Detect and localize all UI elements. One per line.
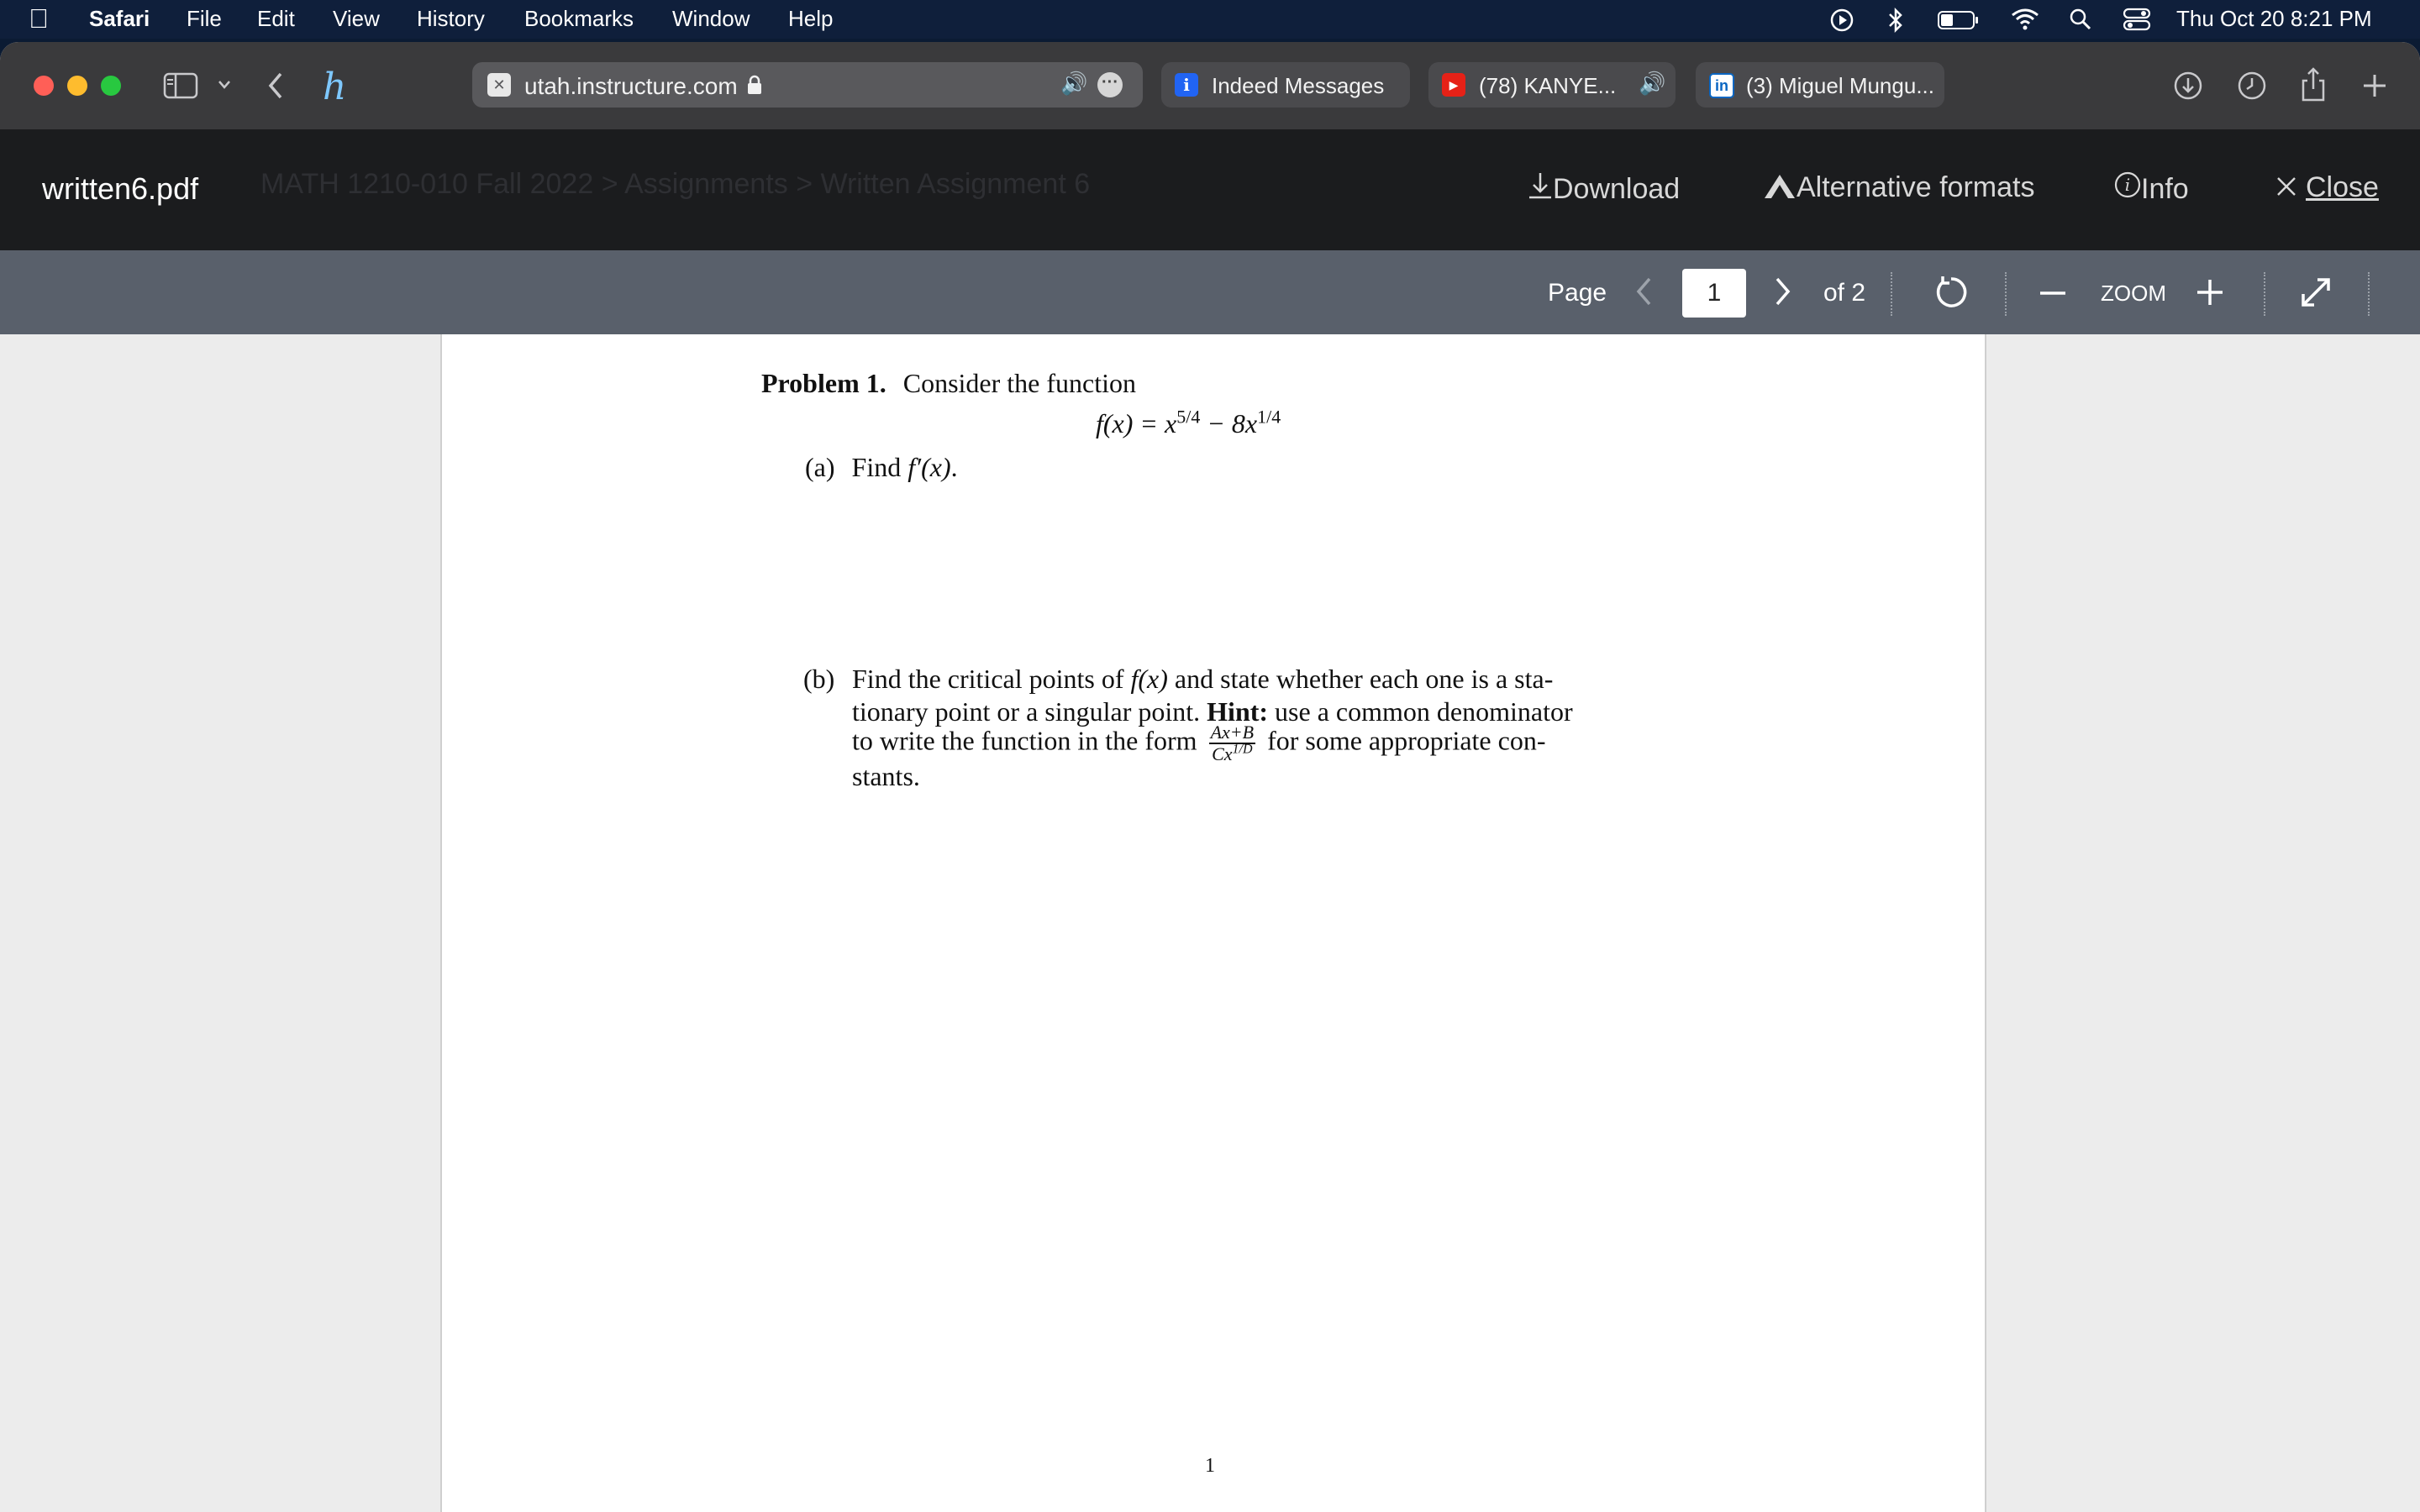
zoom-window-button[interactable] — [101, 76, 121, 96]
function-equation: f(x) = x5/4 − 8x1/4 — [1096, 406, 1281, 438]
toolbar-divider — [2005, 272, 2007, 316]
file-name: written6.pdf — [42, 171, 199, 206]
background-breadcrumb: MATH 1210-010 Fall 2022 > Assignments > … — [260, 168, 1091, 200]
safari-window: h ✕ utah.instructure.com 🔊 ··· i Indeed … — [0, 42, 2420, 1512]
tab-youtube-kanye[interactable]: ▶ (78) KANYE... 🔊 — [1428, 62, 1676, 108]
sidebar-toggle-icon[interactable] — [163, 72, 198, 99]
share-icon[interactable] — [2301, 66, 2326, 102]
info-button[interactable]: i Info — [2114, 171, 2189, 206]
info-label: Info — [2141, 173, 2189, 205]
toolbar-divider — [2368, 272, 2370, 316]
zoom-out-icon[interactable] — [2040, 291, 2065, 296]
menu-bar-clock[interactable]: Thu Oct 20 8:21 PM — [2176, 6, 2372, 32]
spotlight-search-icon[interactable] — [2069, 8, 2092, 31]
zoom-in-icon[interactable] — [2196, 279, 2223, 306]
next-page-icon[interactable] — [1773, 276, 1793, 307]
address-bar-url[interactable]: utah.instructure.com — [524, 73, 738, 100]
apple-menu-icon[interactable]:  — [29, 3, 49, 34]
wifi-icon[interactable] — [2010, 7, 2040, 30]
indeed-favicon-icon: i — [1175, 73, 1198, 97]
back-arrow-icon[interactable] — [266, 71, 286, 101]
zoom-label: ZOOM — [2101, 281, 2166, 306]
tab-title: Indeed Messages — [1212, 73, 1385, 98]
lock-icon — [748, 75, 761, 94]
downloads-icon[interactable] — [2173, 71, 2203, 101]
file-preview-header: MATH 1210-010 Fall 2022 > Assignments > … — [0, 129, 2420, 250]
fullscreen-icon[interactable] — [2299, 276, 2333, 309]
pdf-viewer-toolbar: Page of 2 ZOOM — [0, 250, 2420, 334]
fraction-expression: Ax+B Cx1/D — [1208, 722, 1256, 764]
control-center-icon[interactable] — [2123, 7, 2151, 32]
part-a: (a) Find f′(x). — [805, 452, 958, 482]
part-b-line-1: Find the critical points of f(x) and sta… — [852, 664, 1554, 694]
problem-statement: Problem 1. Consider the function — [761, 368, 1136, 399]
linkedin-favicon-icon: in — [1709, 73, 1734, 98]
tab-indeed-messages[interactable]: i Indeed Messages — [1161, 62, 1410, 108]
menu-edit[interactable]: Edit — [257, 6, 295, 32]
svg-text:i: i — [2125, 175, 2130, 195]
close-window-button[interactable] — [34, 76, 54, 96]
hypothesis-extension-icon[interactable]: h — [323, 66, 346, 108]
tab-title: (78) KANYE... — [1479, 73, 1617, 98]
history-clock-icon[interactable] — [2237, 71, 2267, 101]
download-icon — [1529, 173, 1551, 199]
page-number-input[interactable] — [1682, 269, 1746, 318]
menu-app-safari[interactable]: Safari — [89, 6, 150, 32]
minimize-window-button[interactable] — [67, 76, 87, 96]
part-a-label: (a) — [805, 452, 835, 482]
close-icon — [2277, 177, 2296, 196]
menu-help[interactable]: Help — [788, 6, 833, 32]
now-playing-icon[interactable] — [1830, 8, 1854, 32]
alternative-formats-button[interactable]: Alternative formats — [1763, 171, 2034, 204]
pdf-page: Problem 1. Consider the function f(x) = … — [440, 334, 1986, 1512]
download-label: Download — [1553, 173, 1681, 205]
chevron-down-icon[interactable] — [217, 79, 232, 91]
tab-linkedin[interactable]: in (3) Miguel Mungu... — [1696, 62, 1944, 108]
bluetooth-icon[interactable] — [1887, 7, 1904, 34]
close-label: Close — [2306, 171, 2379, 203]
toolbar-divider — [2264, 272, 2265, 316]
info-icon: i — [2114, 171, 2141, 198]
part-b-line-4: stants. — [852, 761, 920, 791]
tab-title: (3) Miguel Mungu... — [1746, 73, 1934, 98]
page-number: 1 — [1205, 1455, 1215, 1477]
close-preview-button[interactable]: Close — [2275, 171, 2379, 204]
tab-close-icon[interactable]: ✕ — [487, 73, 511, 97]
previous-page-icon[interactable] — [1634, 276, 1654, 307]
more-options-icon[interactable]: ··· — [1097, 72, 1123, 97]
new-tab-plus-icon[interactable] — [2361, 72, 2388, 99]
menu-history[interactable]: History — [417, 6, 485, 32]
alternative-formats-icon — [1765, 175, 1795, 198]
tab-audio-icon[interactable]: 🔊 — [1639, 71, 1665, 97]
tab-utah-instructure[interactable]: ✕ utah.instructure.com 🔊 ··· — [472, 62, 1143, 108]
part-b-line-3: to write the function in the form Ax+B C… — [852, 722, 1546, 764]
tab-audio-icon[interactable]: 🔊 — [1060, 71, 1087, 97]
download-button[interactable]: Download — [1528, 171, 1680, 206]
alternative-formats-label: Alternative formats — [1797, 171, 2035, 203]
menu-bookmarks[interactable]: Bookmarks — [524, 6, 634, 32]
macos-menu-bar:  Safari File Edit View History Bookmark… — [0, 0, 2420, 39]
youtube-favicon-icon: ▶ — [1442, 73, 1465, 97]
menu-view[interactable]: View — [333, 6, 380, 32]
rotate-icon[interactable] — [1933, 274, 1970, 311]
page-total: of 2 — [1823, 279, 1866, 307]
battery-icon[interactable] — [1938, 10, 1980, 30]
page-label: Page — [1548, 279, 1607, 307]
part-b-label: (b) — [803, 664, 835, 694]
browser-toolbar: h ✕ utah.instructure.com 🔊 ··· i Indeed … — [0, 42, 2420, 131]
menu-window[interactable]: Window — [672, 6, 750, 32]
problem-intro: Consider the function — [902, 368, 1136, 398]
problem-heading: Problem 1. — [761, 368, 886, 398]
toolbar-divider — [1891, 272, 1892, 316]
pdf-viewport[interactable]: Problem 1. Consider the function f(x) = … — [0, 334, 2420, 1512]
menu-file[interactable]: File — [187, 6, 222, 32]
